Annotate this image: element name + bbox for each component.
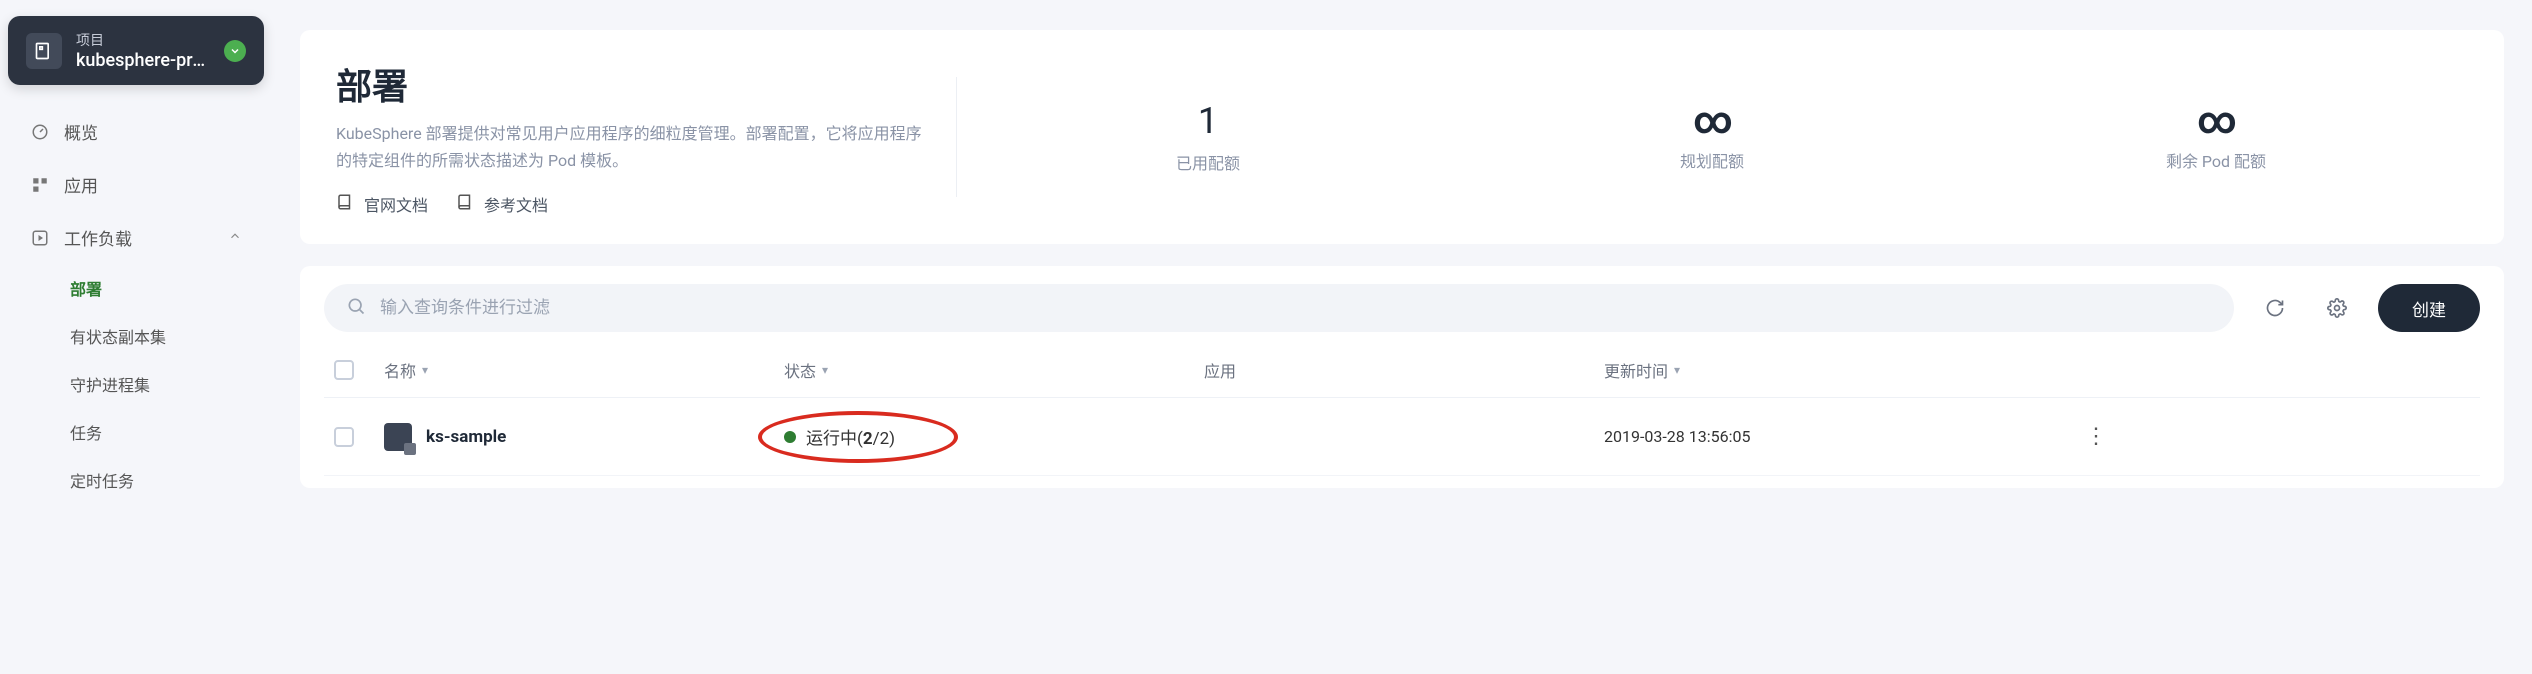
sort-icon: ▾ (822, 363, 828, 377)
gauge-icon (30, 122, 50, 142)
page-title: 部署 (336, 58, 926, 110)
infinity-icon: ∞ (2197, 102, 2235, 140)
resource-name[interactable]: ks-sample (426, 427, 506, 447)
sidebar: 项目 kubesphere-prod(... 概览 应用 工作负载 (0, 0, 272, 674)
search-input[interactable] (380, 298, 2212, 318)
stat-plan-quota: ∞ 规划配额 (1460, 58, 1964, 216)
doc-link-official[interactable]: 官网文档 (336, 192, 428, 216)
status-text: 运行中 (806, 429, 857, 449)
table-row[interactable]: ks-sample 运行中(2/2) 2019-03-28 13:56:05 ⋮ (324, 398, 2480, 476)
doc-link-reference[interactable]: 参考文档 (456, 192, 548, 216)
status-ratio-total: /2 (873, 429, 890, 449)
project-icon (26, 33, 62, 69)
name-cell: ks-sample (384, 423, 784, 451)
stat-value: 1 (1198, 100, 1218, 142)
stat-label: 剩余 Pod 配额 (2166, 148, 2266, 172)
sidebar-sub-job[interactable]: 任务 (64, 408, 260, 456)
column-app: 应用 (1204, 358, 1604, 382)
chevron-up-icon (228, 228, 242, 248)
column-updated[interactable]: 更新时间 ▾ (1604, 358, 2064, 382)
row-menu-button[interactable]: ⋮ (2080, 421, 2112, 453)
sidebar-sub-cronjob[interactable]: 定时任务 (64, 456, 260, 504)
toolbar: 创建 (324, 284, 2480, 332)
stat-label: 已用配额 (1176, 150, 1240, 174)
book-icon (456, 193, 474, 215)
sidebar-item-label: 应用 (64, 172, 98, 197)
search-icon (346, 296, 366, 320)
column-status[interactable]: 状态 ▾ (784, 358, 1204, 382)
grid-icon (30, 175, 50, 195)
doc-links: 官网文档 参考文档 (336, 192, 926, 216)
sidebar-sub-daemonset[interactable]: 守护进程集 (64, 360, 260, 408)
table-card: 创建 名称 ▾ 状态 ▾ 应用 更新时间 ▾ (300, 266, 2504, 488)
search-wrap[interactable] (324, 284, 2234, 332)
page-description: KubeSphere 部署提供对常见用户应用程序的细粒度管理。部署配置，它将应用… (336, 120, 926, 174)
doc-link-label: 参考文档 (484, 192, 548, 216)
nav-sublist-workloads: 部署 有状态副本集 守护进程集 任务 定时任务 (12, 264, 260, 504)
sidebar-sub-deploy[interactable]: 部署 (64, 264, 260, 312)
infinity-icon: ∞ (1693, 102, 1731, 140)
sidebar-item-overview[interactable]: 概览 (12, 105, 260, 158)
stat-used-quota: 1 已用配额 (956, 58, 1460, 216)
settings-button[interactable] (2316, 287, 2358, 329)
sidebar-item-apps[interactable]: 应用 (12, 158, 260, 211)
select-all-checkbox[interactable] (334, 360, 354, 380)
project-name: kubesphere-prod(... (76, 50, 210, 71)
status-cell: 运行中(2/2) (784, 424, 1204, 449)
sort-icon: ▾ (1674, 363, 1680, 377)
header-left: 部署 KubeSphere 部署提供对常见用户应用程序的细粒度管理。部署配置，它… (336, 58, 956, 216)
header-card: 部署 KubeSphere 部署提供对常见用户应用程序的细粒度管理。部署配置，它… (300, 30, 2504, 244)
sidebar-sub-statefulset[interactable]: 有状态副本集 (64, 312, 260, 360)
sidebar-item-label: 概览 (64, 119, 98, 144)
sidebar-item-label: 工作负载 (64, 225, 132, 250)
stats: 1 已用配额 ∞ 规划配额 ∞ 剩余 Pod 配额 (956, 58, 2468, 216)
deployment-icon (384, 423, 412, 451)
sort-icon: ▾ (422, 363, 428, 377)
updated-cell: 2019-03-28 13:56:05 (1604, 427, 2064, 446)
create-button[interactable]: 创建 (2378, 284, 2480, 332)
main: 部署 KubeSphere 部署提供对常见用户应用程序的细粒度管理。部署配置，它… (272, 0, 2532, 674)
play-icon (30, 228, 50, 248)
book-icon (336, 193, 354, 215)
nav-list: 概览 应用 工作负载 部署 有状态副本集 守护进程集 任务 定时任务 (8, 105, 264, 504)
refresh-button[interactable] (2254, 287, 2296, 329)
project-selector[interactable]: 项目 kubesphere-prod(... (8, 16, 264, 85)
status-dot-icon (784, 431, 796, 443)
project-text: 项目 kubesphere-prod(... (76, 30, 210, 71)
stat-remaining-pod-quota: ∞ 剩余 Pod 配额 (1964, 58, 2468, 216)
sidebar-item-workloads[interactable]: 工作负载 (12, 211, 260, 264)
status-ratio-current: 2 (863, 429, 873, 449)
table: 名称 ▾ 状态 ▾ 应用 更新时间 ▾ (324, 342, 2480, 476)
project-label: 项目 (76, 30, 210, 50)
doc-link-label: 官网文档 (364, 192, 428, 216)
table-header: 名称 ▾ 状态 ▾ 应用 更新时间 ▾ (324, 342, 2480, 398)
row-checkbox[interactable] (334, 427, 354, 447)
chevron-down-icon (224, 40, 246, 62)
column-name[interactable]: 名称 ▾ (384, 358, 784, 382)
stat-label: 规划配额 (1680, 148, 1744, 172)
